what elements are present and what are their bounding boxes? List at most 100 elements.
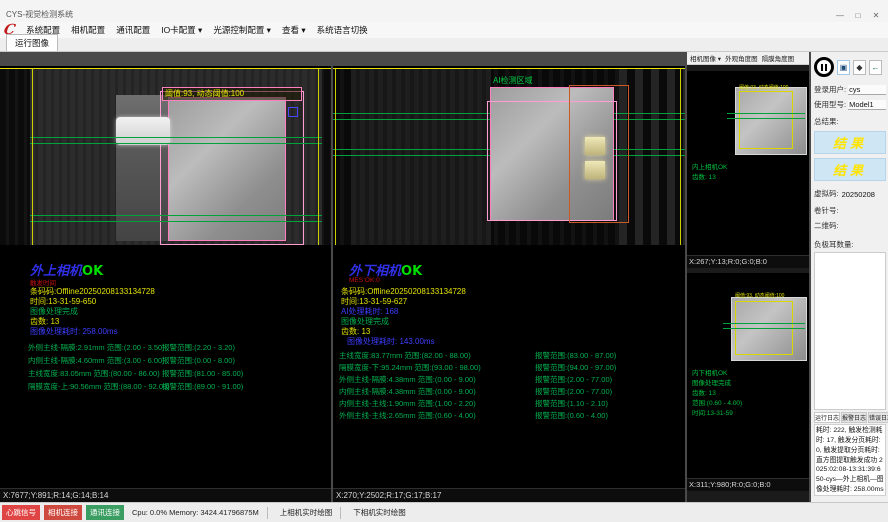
alarm-range-text: 报警范围:(0.60 - 4.00) xyxy=(535,410,608,421)
process-time-text: 图像处理耗时: 143.00ms xyxy=(347,336,435,347)
measurement-text: 内侧主线-主线:1.90mm 范围:(1.00 - 2.20) xyxy=(339,398,535,409)
yellow-guide-line xyxy=(32,69,33,245)
log-tab-error[interactable]: 错误日志 xyxy=(868,412,888,423)
title-bar: CYS-视觉检测系统 — □ ✕ xyxy=(0,0,888,23)
virtual-code-value: 20250208 xyxy=(841,190,886,199)
lower-camera-draw-toggle[interactable]: 下相机实时绘图 xyxy=(353,507,406,518)
measurement-row: 外侧主线-隔膜:2.91mm 范围:(2.00 - 3.50) 报警范围:(2.… xyxy=(28,342,235,353)
cursor-position-readout: X:311;Y:980;R:0;G:0;B:0 xyxy=(687,478,809,491)
menu-item-io-config[interactable]: IO卡配置 ▾ xyxy=(161,24,202,36)
pause-icon xyxy=(821,64,823,71)
qr-code-value xyxy=(841,222,886,231)
preview-result-line: 齿数: 13 xyxy=(692,389,716,398)
heartbeat-status-badge: 心跳信号 xyxy=(2,505,40,520)
alarm-range-text: 报警范围:(2.00 - 77.00) xyxy=(535,374,612,385)
log-tab-strip: 运行日志 报警日志 错误日志 xyxy=(814,412,886,423)
measurement-row: 主线宽度:83.77mm 范围:(82.00 - 88.00) 报警范围:(83… xyxy=(339,350,616,361)
log-tab-run[interactable]: 运行日志 xyxy=(814,412,840,423)
model-field: 使用型号: Model1 xyxy=(814,99,886,110)
electrode-tab xyxy=(585,137,605,155)
green-baseline xyxy=(723,328,805,329)
measurement-row: 主线宽度:83.05mm 范围:(80.00 - 86.00) 报警范围:(81… xyxy=(28,368,243,379)
virtual-code-field: 虚拟码: 20250208 xyxy=(814,188,886,199)
status-bar: 心跳信号 相机连接 通讯连接 Cpu: 0.0% Memory: 3424.41… xyxy=(0,502,888,522)
menu-item-language[interactable]: 系统语言切换 xyxy=(317,24,368,36)
camera-panel-outer-upper[interactable]: 阈值:93, 动态阈值:100 外上相机OK 触发时间 条码码:Offline2… xyxy=(0,66,331,502)
winder-needle-field: 卷针号: xyxy=(814,205,886,216)
ok-status: OK xyxy=(401,264,422,279)
preview-tab-separator-angle[interactable]: 隔膜角度图 xyxy=(762,53,795,63)
gripper-connector xyxy=(116,117,170,145)
minimize-button[interactable]: — xyxy=(832,8,848,22)
preview-inner-upper-camera[interactable]: 阈值:93, 动态阈值:100 内上相机OK 齿数: 13 X:267;Y:13… xyxy=(687,71,809,268)
measurement-row: 外侧主线-隔膜:4.38mm 范围:(0.00 - 9.00) 报警范围:(2.… xyxy=(339,374,612,385)
sidebar: ▣ ◆ ← 登录用户: cys 使用型号: Model1 总结果: 结果 结果 … xyxy=(811,52,888,502)
green-baseline xyxy=(727,118,805,119)
measurement-text: 主线宽度:83.05mm 范围:(80.00 - 86.00) xyxy=(28,368,162,379)
yellow-guide-line xyxy=(335,69,336,245)
alarm-range-text: 报警范围:(2.00 - 77.00) xyxy=(535,386,612,397)
result-box-upper: 结果 xyxy=(814,131,886,154)
measurement-text: 外侧主线-主线:2.65mm 范围:(0.60 - 4.00) xyxy=(339,410,535,421)
model-value[interactable]: Model1 xyxy=(848,100,886,110)
camera-connection-badge: 相机连接 xyxy=(44,505,82,520)
statusbar-separator xyxy=(340,507,341,519)
upper-camera-draw-toggle[interactable]: 上相机实时绘图 xyxy=(280,507,333,518)
qr-code-field: 二维码: xyxy=(814,220,886,231)
mes-status-text: MES:OK:0 xyxy=(349,277,380,284)
camera-panel-outer-lower[interactable]: AI检测区域 外下相机OK MES:OK:0 条码码:Offline202502… xyxy=(333,66,685,502)
measurement-text: 隔膜宽度-上:90.56mm 范围:(88.00 - 92.00) xyxy=(28,381,162,392)
pause-button[interactable] xyxy=(814,57,834,77)
preview-result-line: 时间:13-31-59 xyxy=(692,409,733,418)
preview-result-line: 图像处理完成 xyxy=(692,379,731,388)
alarm-range-text: 报警范围:(89.00 - 91.00) xyxy=(162,381,243,392)
winder-needle-value xyxy=(841,207,886,216)
ai-area-label: AI检测区域 xyxy=(493,75,533,86)
comm-connection-badge: 通讯连接 xyxy=(86,505,124,520)
measurement-text: 主线宽度:83.77mm 范围:(82.00 - 88.00) xyxy=(339,350,535,361)
threshold-label: 阈值:93, 动态阈值:100 xyxy=(162,87,302,101)
menu-item-comm-config[interactable]: 通讯配置 xyxy=(116,24,150,36)
total-result-label: 总结果: xyxy=(814,116,886,127)
login-user-value[interactable]: cys xyxy=(848,85,886,95)
preview-tab-appearance-angle[interactable]: 外观角度图 xyxy=(725,53,758,63)
cursor-position-readout: X:267;Y:13;R:0;G:0;B:0 xyxy=(687,255,809,268)
menu-bar: C 系统配置 相机配置 通讯配置 IO卡配置 ▾ 光源控制配置 ▾ 查看 ▾ 系… xyxy=(0,22,888,38)
menu-item-light-config[interactable]: 光源控制配置 ▾ xyxy=(213,24,271,36)
close-button[interactable]: ✕ xyxy=(868,8,884,22)
login-user-label: 登录用户: xyxy=(814,84,846,95)
cursor-position-readout: X:270;Y:2502;R:17;G:17;B:17 xyxy=(333,488,685,502)
measurement-text: 隔膜宽度-下:95.24mm 范围:(93.00 - 98.00) xyxy=(339,362,535,373)
preview-tab-camera-image[interactable]: 相机图像 ▾ xyxy=(690,53,721,63)
log-tab-alarm[interactable]: 报警日志 xyxy=(841,412,867,423)
yellow-guide-line xyxy=(318,69,319,245)
preview-result-line: 内下相机OK xyxy=(692,369,727,378)
camera-image-outer-lower[interactable]: AI检测区域 xyxy=(333,69,685,245)
model-label: 使用型号: xyxy=(814,99,846,110)
machine-bed xyxy=(351,69,491,245)
preview-inner-lower-camera[interactable]: 阈值:93, 动态阈值:100 内下相机OK 图像处理完成 齿数: 13 范围:… xyxy=(687,273,809,491)
camera-name: 外上相机 xyxy=(30,263,82,278)
virtual-code-label: 虚拟码: xyxy=(814,188,839,199)
menu-item-view[interactable]: 查看 ▾ xyxy=(282,24,306,36)
monitor-button[interactable]: ▣ xyxy=(837,60,850,75)
tab-run-image[interactable]: 运行图像 xyxy=(6,34,58,51)
menu-item-camera-config[interactable]: 相机配置 xyxy=(71,24,105,36)
roi-marker xyxy=(288,107,298,117)
yellow-guide-line xyxy=(680,69,681,245)
result-box-lower: 结果 xyxy=(814,158,886,181)
electrode-tab xyxy=(585,161,605,179)
window-controls: — □ ✕ xyxy=(832,8,888,22)
negative-tab-count-label: 负极耳数量: xyxy=(814,239,854,250)
statusbar-separator xyxy=(267,507,268,519)
info-panel xyxy=(814,252,886,410)
logout-button[interactable]: ← xyxy=(869,60,882,75)
alarm-range-text: 报警范围:(81.00 - 85.00) xyxy=(162,368,243,379)
measurement-text: 外侧主线-隔膜:4.38mm 范围:(0.00 - 9.00) xyxy=(339,374,535,385)
run-log-text[interactable]: 耗时: 222, 触发检测耗时: 17, 触发分页耗时: 0, 触发提取分页耗时… xyxy=(814,424,886,496)
maximize-button[interactable]: □ xyxy=(850,8,866,22)
alarm-range-text: 报警范围:(0.00 - 8.00) xyxy=(162,355,235,366)
roi-outline-yellow xyxy=(739,91,793,149)
camera-image-outer-upper[interactable]: 阈值:93, 动态阈值:100 xyxy=(0,69,331,245)
tool-button[interactable]: ◆ xyxy=(853,60,866,75)
